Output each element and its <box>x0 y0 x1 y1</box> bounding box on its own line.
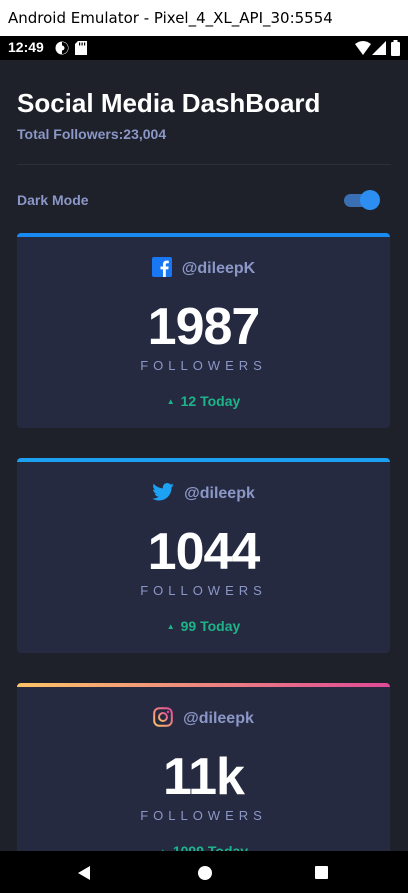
back-button[interactable] <box>76 865 92 886</box>
app-notification-icon <box>55 41 69 58</box>
card-handle: @dileepK <box>181 260 256 277</box>
window-title: Android Emulator - Pixel_4_XL_API_30:555… <box>0 0 408 36</box>
sd-card-icon <box>75 41 87 58</box>
divider <box>17 164 391 165</box>
card-handle-row: @dileepK <box>17 256 390 282</box>
follower-count: 1987 <box>147 298 261 356</box>
card-handle: @dileepk <box>183 710 254 727</box>
wifi-icon <box>355 41 371 58</box>
instagram-card[interactable]: @dileepk 11k FOLLOWERS ▲1099 Today <box>17 683 390 851</box>
dark-mode-label: Dark Mode <box>17 192 89 208</box>
page-title: Social Media DashBoard <box>17 88 321 118</box>
card-handle-row: @dileepk <box>17 706 390 732</box>
today-change-text: 12 Today <box>180 393 241 409</box>
toggle-thumb <box>360 190 380 210</box>
today-change-text: 99 Today <box>180 618 241 634</box>
card-accent-bar <box>17 458 390 462</box>
card-handle-row: @dileepk <box>17 482 390 506</box>
battery-icon <box>391 40 400 59</box>
signal-icon <box>372 41 386 58</box>
facebook-card[interactable]: @dileepK 1987 FOLLOWERS ▲ 12 Today <box>17 233 390 428</box>
dark-mode-toggle[interactable] <box>344 190 382 210</box>
follower-count: 11k <box>163 748 245 806</box>
today-change: ▲1099 Today <box>17 843 390 851</box>
twitter-icon <box>152 482 174 506</box>
up-arrow-icon: ▲ <box>166 622 175 631</box>
twitter-card[interactable]: @dileepk 1044 FOLLOWERS ▲ 99 Today <box>17 458 390 653</box>
up-arrow-icon: ▲ <box>166 397 175 406</box>
followers-label: FOLLOWERS <box>140 358 267 373</box>
status-time: 12:49 <box>8 39 44 55</box>
today-change-text: 1099 Today <box>172 843 249 851</box>
recents-button[interactable] <box>314 865 329 885</box>
today-change: ▲ 99 Today <box>17 618 390 634</box>
dashboard-screen: Social Media DashBoard Total Followers:2… <box>0 60 408 851</box>
total-followers: Total Followers:23,004 <box>17 126 167 142</box>
home-button[interactable] <box>197 865 213 886</box>
status-bar: 12:49 <box>0 36 408 60</box>
facebook-icon <box>151 256 172 282</box>
followers-label: FOLLOWERS <box>140 583 267 598</box>
followers-label: FOLLOWERS <box>140 808 267 823</box>
card-accent-bar <box>17 683 390 687</box>
follower-count: 1044 <box>147 523 261 581</box>
card-accent-bar <box>17 233 390 237</box>
today-change: ▲ 12 Today <box>17 393 390 409</box>
navigation-bar <box>0 851 408 893</box>
card-handle: @dileepk <box>184 485 255 502</box>
instagram-icon <box>153 706 173 732</box>
